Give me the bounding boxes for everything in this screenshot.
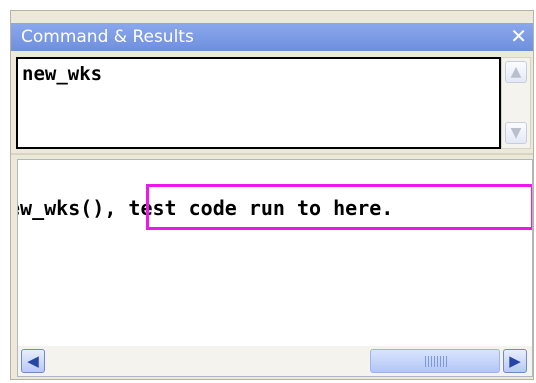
scroll-up-icon[interactable]: ▲	[505, 61, 527, 83]
command-vertical-scrollbar[interactable]: ▲ ▼	[501, 57, 531, 149]
command-text: new_wks	[22, 63, 103, 85]
results-pane[interactable]: ew_wks(), test code run to here. ◀ ▶	[17, 159, 533, 377]
grip-icon	[425, 356, 447, 367]
highlight-box	[146, 184, 532, 230]
scrollbar-thumb[interactable]	[370, 349, 500, 373]
window-title: Command & Results	[21, 27, 194, 47]
scroll-right-icon[interactable]: ▶	[503, 349, 527, 373]
scroll-down-icon[interactable]: ▼	[505, 122, 527, 144]
results-horizontal-scrollbar[interactable]: ◀ ▶	[18, 346, 532, 376]
command-results-window: Command & Results ✕ new_wks ▲ ▼ ew_wks()…	[10, 10, 534, 380]
window-titlebar[interactable]: Command & Results ✕	[11, 23, 533, 51]
close-icon[interactable]: ✕	[510, 25, 527, 47]
command-input[interactable]: new_wks	[16, 57, 501, 149]
pane-divider[interactable]	[11, 153, 533, 155]
scroll-left-icon[interactable]: ◀	[21, 349, 45, 373]
